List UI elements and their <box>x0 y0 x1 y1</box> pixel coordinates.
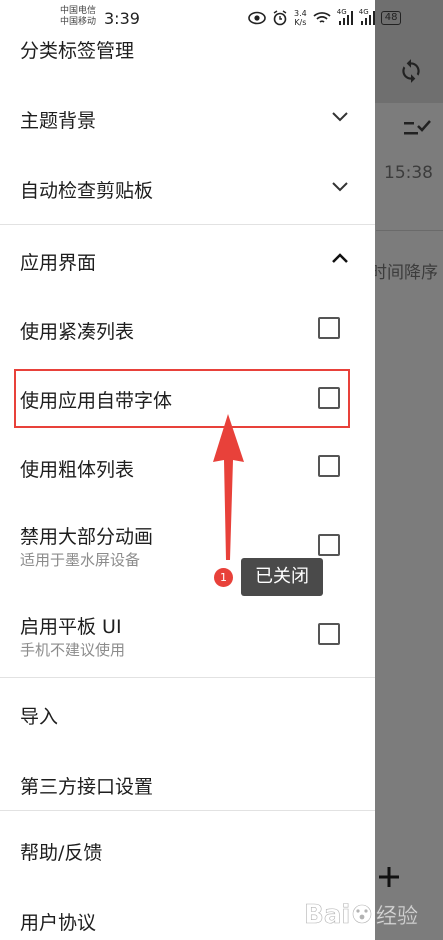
section-divider <box>0 677 375 678</box>
menu-label: 第三方接口设置 <box>20 776 154 798</box>
settings-drawer: 分类标签管理 主题背景 自动检查剪贴板 应用界面 使用紧凑列表 使用应用自带字体… <box>0 0 375 940</box>
menu-label: 自动检查剪贴板 <box>20 180 154 202</box>
menu-item-third-party-api[interactable]: 第三方接口设置 <box>0 756 375 812</box>
tablet-ui-checkbox[interactable] <box>318 623 340 645</box>
menu-item-tablet-ui[interactable]: 启用平板 UI 手机不建议使用 <box>0 598 375 668</box>
chevron-down-icon <box>332 182 348 192</box>
highlight-box <box>14 369 350 428</box>
background-divider <box>376 230 443 231</box>
sync-icon[interactable] <box>398 58 424 84</box>
compact-list-checkbox[interactable] <box>318 317 340 339</box>
menu-label: 分类标签管理 <box>20 40 135 62</box>
menu-label: 用户协议 <box>20 912 97 934</box>
menu-label: 禁用大部分动画 <box>20 526 154 548</box>
background-sort-label[interactable]: 时间降序 <box>370 258 438 283</box>
menu-label: 使用粗体列表 <box>20 459 135 481</box>
chevron-up-icon <box>332 253 348 263</box>
checklist-icon[interactable] <box>404 118 432 140</box>
menu-item-category-tags[interactable]: 分类标签管理 <box>0 30 375 70</box>
background-timestamp: 15:38 <box>384 163 433 183</box>
menu-label: 导入 <box>20 706 59 728</box>
menu-item-help-feedback[interactable]: 帮助/反馈 <box>0 820 375 876</box>
menu-item-app-interface[interactable]: 应用界面 <box>0 232 375 288</box>
menu-item-compact-list[interactable]: 使用紧凑列表 <box>0 300 375 358</box>
arrow-up-icon <box>213 414 244 560</box>
step-badge: 1 <box>214 568 233 587</box>
menu-sublabel: 手机不建议使用 <box>20 641 126 659</box>
menu-sublabel: 适用于墨水屏设备 <box>20 551 141 569</box>
disable-animations-checkbox[interactable] <box>318 534 340 556</box>
watermark-text: Bai <box>304 900 350 930</box>
menu-item-bold-list[interactable]: 使用粗体列表 <box>0 438 375 496</box>
section-divider <box>0 810 375 811</box>
watermark-suffix: 经验 <box>376 904 418 928</box>
section-divider <box>0 224 375 225</box>
menu-item-auto-clipboard[interactable]: 自动检查剪贴板 <box>0 160 375 216</box>
menu-item-theme-background[interactable]: 主题背景 <box>0 90 375 146</box>
menu-label: 启用平板 UI <box>20 616 122 638</box>
menu-label: 帮助/反馈 <box>20 842 103 864</box>
annotation-tooltip: 已关闭 <box>241 558 323 596</box>
add-icon[interactable] <box>378 866 400 888</box>
menu-label: 主题背景 <box>20 110 97 132</box>
bold-list-checkbox[interactable] <box>318 455 340 477</box>
baidu-watermark-logo: Bai 经验 <box>304 900 419 931</box>
menu-item-import[interactable]: 导入 <box>0 686 375 742</box>
chevron-down-icon <box>332 112 348 122</box>
menu-label: 使用紧凑列表 <box>20 321 135 343</box>
menu-label: 应用界面 <box>20 252 97 274</box>
